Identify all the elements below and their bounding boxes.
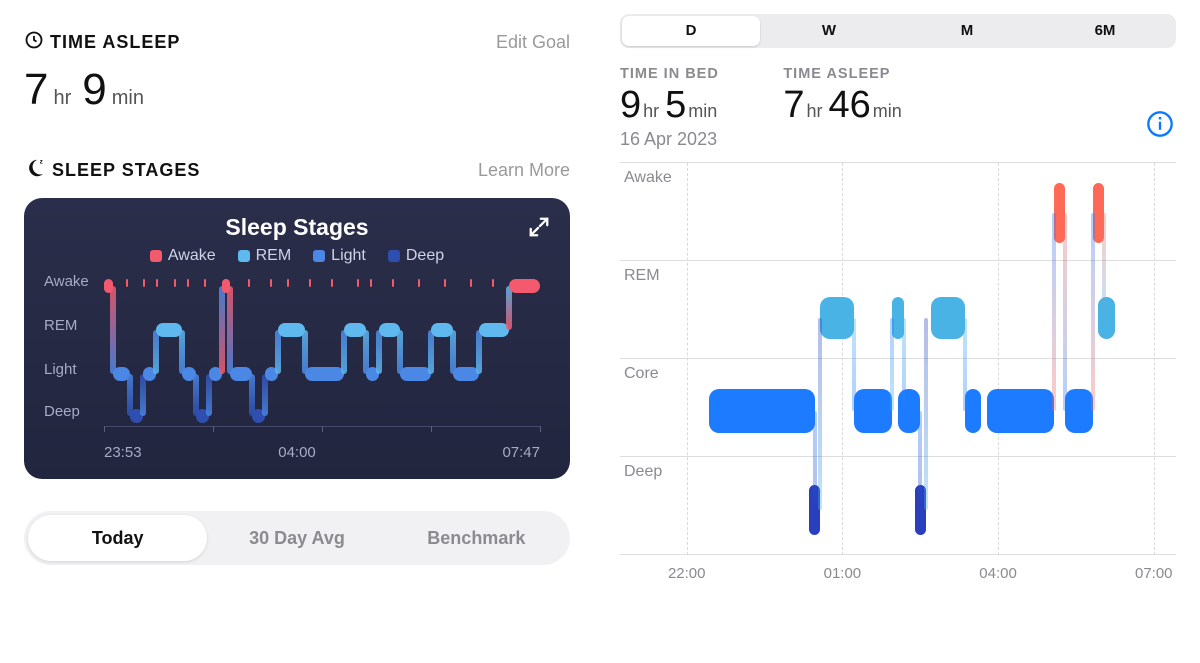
time-asleep-header: TIME ASLEEP <box>24 30 180 55</box>
clock-icon <box>24 30 44 55</box>
legend-dot-awake <box>150 250 162 262</box>
edit-goal-button[interactable]: Edit Goal <box>496 32 570 53</box>
stage-segment <box>278 323 304 337</box>
expand-icon[interactable] <box>528 216 550 243</box>
time-asleep-value: 7 hr 9 min <box>24 65 570 115</box>
legend-dot-deep <box>388 250 400 262</box>
view-segmented-control[interactable]: Today 30 Day Avg Benchmark <box>24 511 570 565</box>
stage-segment <box>1065 389 1093 433</box>
moon-icon: z <box>24 157 46 184</box>
stage-segment <box>305 367 344 381</box>
tab-30-day-avg[interactable]: 30 Day Avg <box>207 515 386 561</box>
stage-segment <box>987 389 1054 433</box>
row-deep: Deep <box>620 457 1176 555</box>
legend-dot-light <box>313 250 325 262</box>
tab-benchmark[interactable]: Benchmark <box>387 515 566 561</box>
apple-sleep-chart: Awake REM Core Deep 22:00 01:00 <box>620 162 1176 593</box>
date-label: 16 Apr 2023 <box>620 129 1176 150</box>
stage-segment <box>479 323 510 337</box>
time-asleep-metric: TIME ASLEEP 7 hr 46 min <box>783 66 907 127</box>
svg-text:z: z <box>40 158 44 165</box>
stage-segment <box>820 297 853 339</box>
stage-segment <box>965 389 982 433</box>
sleep-stages-header: z SLEEP STAGES <box>24 157 200 184</box>
tab-month[interactable]: M <box>898 16 1036 46</box>
card-title: Sleep Stages <box>44 214 550 241</box>
stage-segment <box>709 389 815 433</box>
info-icon[interactable] <box>1146 110 1174 143</box>
sleep-stages-chart: Awake REM Light Deep 23:53 04:00 07:47 <box>44 271 550 461</box>
stage-segment <box>1098 297 1115 339</box>
legend-dot-rem <box>238 250 250 262</box>
sleep-stages-label: SLEEP STAGES <box>52 160 200 181</box>
tab-6month[interactable]: 6M <box>1036 16 1174 46</box>
learn-more-button[interactable]: Learn More <box>478 160 570 181</box>
time-asleep-label: TIME ASLEEP <box>50 32 180 53</box>
legend: Awake REM Light Deep <box>44 247 550 265</box>
stage-segment <box>854 389 893 433</box>
range-segmented-control[interactable]: D W M 6M <box>620 14 1176 48</box>
stage-segment <box>400 367 431 381</box>
left-panel: TIME ASLEEP Edit Goal 7 hr 9 min z SLEEP… <box>0 0 590 663</box>
right-panel: D W M 6M TIME IN BED 9 hr 5 min TIME ASL… <box>590 0 1200 663</box>
stage-segment <box>931 297 964 339</box>
time-in-bed-metric: TIME IN BED 9 hr 5 min <box>620 66 723 127</box>
sleep-stages-card: Sleep Stages Awake REM Light Deep Awake … <box>24 198 570 479</box>
tab-today[interactable]: Today <box>28 515 207 561</box>
tab-week[interactable]: W <box>760 16 898 46</box>
stage-segment <box>509 279 540 293</box>
tab-day[interactable]: D <box>622 16 760 46</box>
